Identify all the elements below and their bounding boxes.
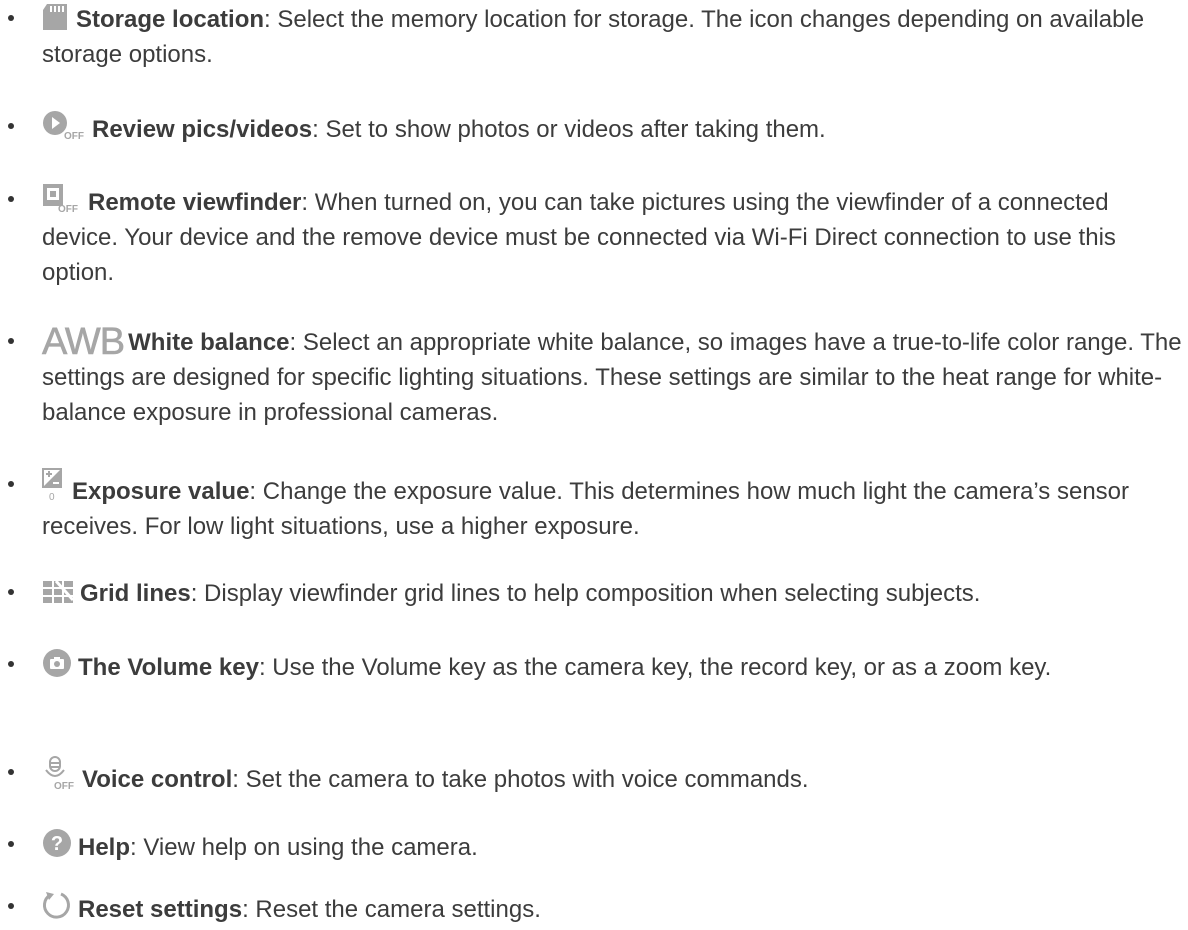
item-desc: : Display viewfinder grid lines to help … — [190, 580, 981, 607]
bullet — [8, 481, 14, 487]
item-term: Voice control — [82, 766, 233, 793]
bullet — [8, 123, 14, 129]
help-icon: ? — [42, 828, 72, 858]
sd-card-icon — [42, 4, 70, 30]
item-term: Exposure value — [72, 478, 250, 505]
list-item: OFF Remote viewfinder: When turned on, y… — [8, 183, 1182, 290]
list-item: OFF Review pics/videos: Set to show phot… — [8, 110, 1182, 147]
bullet — [8, 841, 14, 847]
camera-key-icon — [42, 648, 72, 678]
list-item: ? Help: View help on using the camera. — [8, 828, 1182, 865]
bullet — [8, 769, 14, 775]
voice-control-off-icon: OFF — [42, 756, 76, 790]
bullet — [8, 589, 14, 595]
exposure-icon: 0 — [42, 468, 66, 502]
list-item: AWB White balance: Select an appropriate … — [8, 323, 1182, 430]
remote-viewfinder-off-icon: OFF — [42, 183, 82, 213]
svg-text:OFF: OFF — [64, 131, 84, 140]
list-item: 0 Exposure value: Change the exposure va… — [8, 468, 1182, 544]
bullet — [8, 15, 14, 21]
reset-icon — [42, 890, 72, 920]
svg-text:OFF: OFF — [58, 204, 78, 213]
item-term: Help — [78, 834, 131, 861]
item-desc: : Reset the camera settings. — [242, 896, 541, 923]
bullet — [8, 196, 14, 202]
bullet — [8, 338, 14, 344]
item-term: Remote viewfinder — [88, 189, 302, 216]
svg-text:OFF: OFF — [54, 781, 74, 790]
svg-text:0: 0 — [49, 492, 55, 502]
grid-lines-icon — [42, 580, 74, 604]
list-item: Storage location: Select the memory loca… — [8, 2, 1182, 72]
item-term: Review pics/videos — [92, 116, 313, 143]
list-item: Reset settings: Reset the camera setting… — [8, 890, 1182, 927]
list-item: Grid lines: Display viewfinder grid line… — [8, 576, 1182, 611]
item-term: The Volume key — [78, 654, 259, 681]
list-item: The Volume key: Use the Volume key as th… — [8, 648, 1182, 685]
item-term: White balance — [128, 329, 290, 356]
list-item: OFF Voice control: Set the camera to tak… — [8, 756, 1182, 797]
item-term: Grid lines — [80, 580, 191, 607]
bullet — [8, 903, 14, 909]
bullet — [8, 661, 14, 667]
item-term: Storage location — [76, 6, 265, 33]
awb-icon: AWB — [42, 321, 126, 363]
item-desc: : View help on using the camera. — [130, 834, 478, 861]
svg-text:?: ? — [51, 833, 63, 855]
item-desc: : Set the camera to take photos with voi… — [232, 766, 809, 793]
item-term: Reset settings — [78, 896, 243, 923]
item-desc: : Set to show photos or videos after tak… — [312, 116, 826, 143]
review-off-icon: OFF — [42, 110, 86, 140]
item-desc: : Use the Volume key as the camera key, … — [258, 654, 1052, 681]
